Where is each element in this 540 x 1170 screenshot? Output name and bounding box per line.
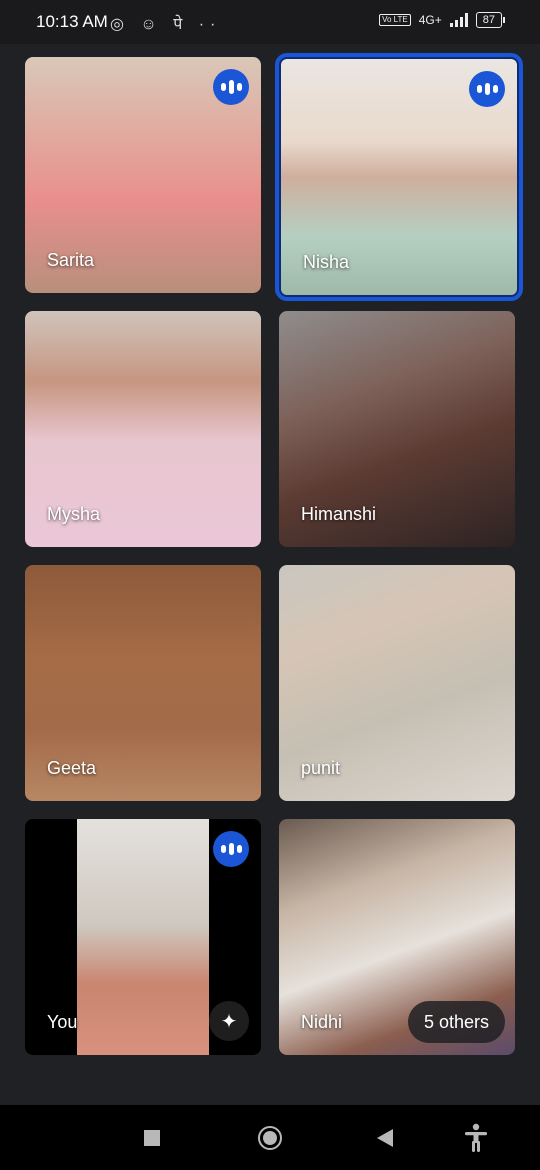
- participant-tile-mysha[interactable]: Mysha: [25, 311, 261, 547]
- participant-name: Sarita: [47, 250, 95, 270]
- audio-bars-icon: [213, 69, 249, 105]
- participant-tile-you[interactable]: You ✦: [25, 819, 261, 1055]
- signal-icon: [449, 13, 468, 27]
- participant-tile-nisha[interactable]: Nisha: [275, 53, 523, 301]
- navigation-bar: [0, 1105, 540, 1170]
- participant-name: Nisha: [303, 252, 350, 272]
- square-icon[interactable]: [144, 1130, 160, 1146]
- audio-bars-icon: [469, 71, 505, 107]
- participant-tile-punit[interactable]: punit: [279, 565, 515, 801]
- participant-name: Himanshi: [301, 504, 377, 524]
- volte-icon: Vo LTE: [379, 14, 411, 26]
- participant-name: Geeta: [47, 758, 97, 778]
- status-bar: 10:13 AM ◎ ☺ पे ·· Vo LTE 4G+ 87: [0, 0, 540, 44]
- sparkle-icon[interactable]: ✦: [209, 1001, 249, 1041]
- others-button[interactable]: 5 others: [407, 1001, 505, 1043]
- notification-icons: ◎ ☺ पे ··: [110, 16, 222, 33]
- triangle-back-icon[interactable]: [377, 1129, 393, 1147]
- participant-name: punit: [301, 758, 341, 778]
- network-type: 4G+: [418, 13, 442, 27]
- participant-name: Nidhi: [301, 1012, 343, 1032]
- self-video: [77, 819, 209, 1055]
- participant-name: Mysha: [47, 504, 101, 524]
- participant-tile-nidhi[interactable]: Nidhi 5 others: [279, 819, 515, 1055]
- audio-bars-icon: [213, 831, 249, 867]
- participant-tile-geeta[interactable]: Geeta: [25, 565, 261, 801]
- participant-tile-himanshi[interactable]: Himanshi: [279, 311, 515, 547]
- participant-tile-sarita[interactable]: Sarita: [25, 57, 261, 293]
- accessibility-icon[interactable]: [464, 1123, 488, 1153]
- battery-icon: 87: [475, 12, 506, 28]
- status-right-group: Vo LTE 4G+ 87: [379, 12, 506, 28]
- status-time: 10:13 AM: [36, 12, 108, 31]
- participant-name: You: [47, 1012, 78, 1032]
- circle-icon[interactable]: [258, 1126, 282, 1150]
